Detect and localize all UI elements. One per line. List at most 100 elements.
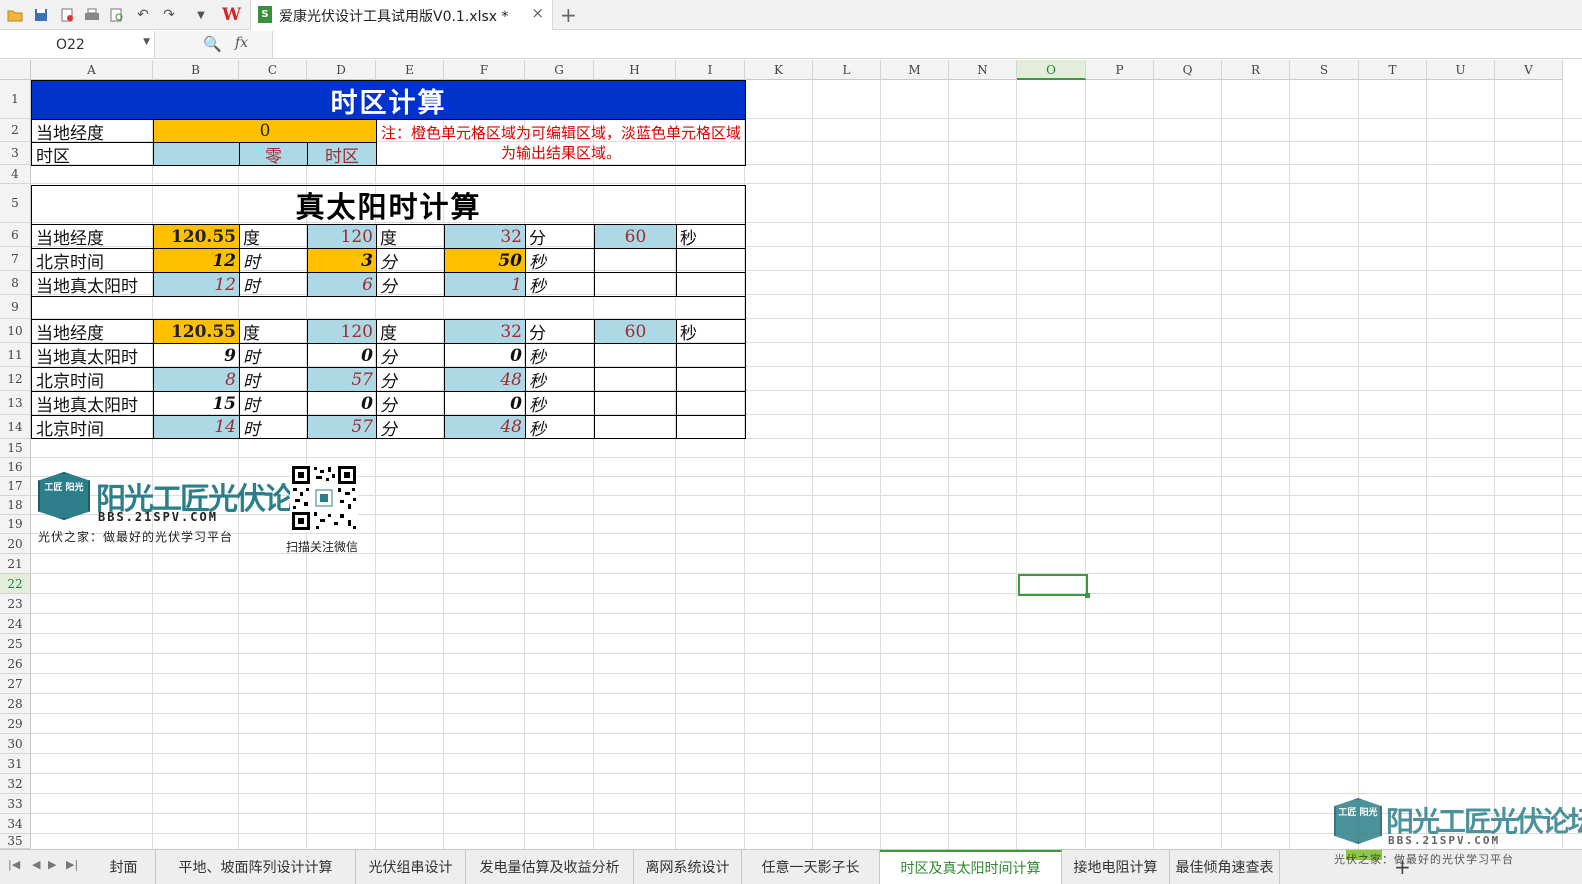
b2-min-value[interactable]: 32 (444, 319, 526, 344)
b1-solar-hour-unit[interactable]: 时 (239, 272, 308, 297)
b2-solar-min-2[interactable]: 0 (307, 391, 377, 416)
active-cell-selection[interactable] (1018, 574, 1090, 598)
column-header[interactable]: A (31, 60, 153, 80)
row-header[interactable]: 11 (0, 343, 31, 367)
undo-icon[interactable]: ↶ (134, 6, 152, 24)
row-header[interactable]: 16 (0, 458, 31, 477)
row-header[interactable]: 31 (0, 754, 31, 774)
column-header[interactable]: C (239, 60, 307, 80)
b2-beijing-min-2[interactable]: 57 (307, 415, 377, 439)
row-header[interactable]: 18 (0, 496, 31, 515)
b2-min-unit[interactable]: 分 (525, 319, 595, 344)
sheet-tab[interactable]: 接地电阻计算 (1062, 850, 1170, 884)
zoom-icon[interactable]: 🔍 (203, 35, 222, 53)
b2-beijing-hour-unit-2[interactable]: 时 (239, 415, 308, 439)
b1-longitude-input[interactable]: 120.55 (153, 224, 240, 249)
b2-min-unit-2[interactable]: 分 (376, 343, 445, 368)
b2-empty-cell[interactable] (676, 343, 746, 368)
b2-solar-min[interactable]: 0 (307, 343, 377, 368)
chevron-down-icon[interactable]: ▼ (143, 37, 150, 47)
prev-sheet-icon[interactable]: ◀ (32, 858, 40, 871)
b1-sec-value[interactable]: 60 (594, 224, 677, 249)
b2-longitude-label[interactable]: 当地经度 (31, 319, 154, 344)
column-header[interactable]: Q (1154, 60, 1222, 80)
document-tab[interactable]: S 爱康光伏设计工具试用版V0.1.xlsx * × (250, 0, 553, 30)
row-header[interactable]: 5 (0, 184, 31, 223)
row-header[interactable]: 2 (0, 119, 31, 142)
b2-sec-unit-3[interactable]: 秒 (525, 391, 595, 416)
b1-min-unit-2[interactable]: 分 (376, 248, 445, 273)
fill-handle[interactable] (1085, 593, 1090, 598)
b1-min-value[interactable]: 32 (444, 224, 526, 249)
row-header[interactable]: 6 (0, 223, 31, 247)
b2-beijing-min-unit-2[interactable]: 分 (376, 415, 445, 439)
timezone-label[interactable]: 时区 (31, 142, 154, 166)
column-header[interactable]: F (444, 60, 525, 80)
column-header[interactable]: T (1359, 60, 1427, 80)
column-header[interactable]: P (1086, 60, 1154, 80)
row-header[interactable]: 32 (0, 774, 31, 794)
column-header[interactable]: O (1017, 60, 1086, 80)
b2-longitude-input[interactable]: 120.55 (153, 319, 240, 344)
b1-deg-unit-2[interactable]: 度 (376, 224, 445, 249)
b1-deg-unit[interactable]: 度 (239, 224, 308, 249)
b2-beijing-sec-unit-2[interactable]: 秒 (525, 415, 595, 439)
b2-beijing-hour-unit[interactable]: 时 (239, 367, 308, 392)
column-header[interactable]: K (745, 60, 813, 80)
b1-sec-unit-2[interactable]: 秒 (525, 248, 595, 273)
b1-empty-cell[interactable] (594, 272, 677, 297)
row-header[interactable]: 28 (0, 694, 31, 714)
b2-sec-value[interactable]: 60 (594, 319, 677, 344)
b2-deg-value[interactable]: 120 (307, 319, 377, 344)
more-icon[interactable]: ▼ (192, 6, 210, 24)
b2-solar-label-2[interactable]: 当地真太阳时 (31, 391, 154, 416)
timezone-calc-title[interactable]: 时区计算 (31, 80, 746, 120)
b2-beijing-hour-2[interactable]: 14 (153, 415, 240, 439)
b2-beijing-label-2[interactable]: 北京时间 (31, 415, 154, 439)
b2-solar-sec[interactable]: 0 (444, 343, 526, 368)
redo-icon[interactable]: ↷ (160, 6, 178, 24)
b2-beijing-min[interactable]: 57 (307, 367, 377, 392)
row-header[interactable]: 13 (0, 391, 31, 415)
column-header[interactable]: B (153, 60, 239, 80)
b2-solar-hour-2[interactable]: 15 (153, 391, 240, 416)
sheet-tab[interactable]: 时区及真太阳时间计算 (880, 850, 1062, 884)
b1-solar-sec[interactable]: 1 (444, 272, 526, 297)
column-header[interactable]: R (1222, 60, 1290, 80)
b1-empty-cell[interactable] (676, 248, 746, 273)
new-tab-button[interactable]: + (560, 3, 577, 27)
b2-beijing-hour[interactable]: 8 (153, 367, 240, 392)
separator-row[interactable] (31, 296, 746, 320)
row-header[interactable]: 22 (0, 574, 31, 594)
row-header[interactable]: 35 (0, 834, 31, 849)
fx-icon[interactable]: fx (235, 35, 248, 51)
column-header[interactable]: H (594, 60, 676, 80)
b2-solar-label[interactable]: 当地真太阳时 (31, 343, 154, 368)
sheet-tab[interactable]: 发电量估算及收益分析 (466, 850, 634, 884)
b1-sec-unit[interactable]: 秒 (676, 224, 746, 249)
row-header[interactable]: 17 (0, 477, 31, 496)
b1-solar-label[interactable]: 当地真太阳时 (31, 272, 154, 297)
b2-hour-unit[interactable]: 时 (239, 343, 308, 368)
row-header[interactable]: 20 (0, 534, 31, 554)
row-header[interactable]: 15 (0, 439, 31, 458)
longitude-label[interactable]: 当地经度 (31, 119, 154, 143)
b2-sec-unit-2[interactable]: 秒 (525, 343, 595, 368)
b2-empty-cell[interactable] (594, 391, 677, 416)
open-icon[interactable] (6, 6, 24, 24)
b1-min-unit[interactable]: 分 (525, 224, 595, 249)
close-tab-icon[interactable]: × (531, 4, 544, 22)
b2-beijing-sec-unit[interactable]: 秒 (525, 367, 595, 392)
b2-empty-cell[interactable] (676, 367, 746, 392)
timezone-unit-cell[interactable]: 时区 (307, 142, 377, 166)
preview-icon[interactable] (108, 6, 126, 24)
print-icon[interactable] (83, 6, 101, 24)
b1-solar-min-unit[interactable]: 分 (376, 272, 445, 297)
export-icon[interactable] (58, 6, 76, 24)
column-header[interactable]: N (949, 60, 1017, 80)
column-header[interactable]: V (1495, 60, 1563, 80)
b2-beijing-label[interactable]: 北京时间 (31, 367, 154, 392)
b1-empty-cell[interactable] (594, 248, 677, 273)
row-header[interactable]: 19 (0, 515, 31, 534)
b1-longitude-label[interactable]: 当地经度 (31, 224, 154, 249)
